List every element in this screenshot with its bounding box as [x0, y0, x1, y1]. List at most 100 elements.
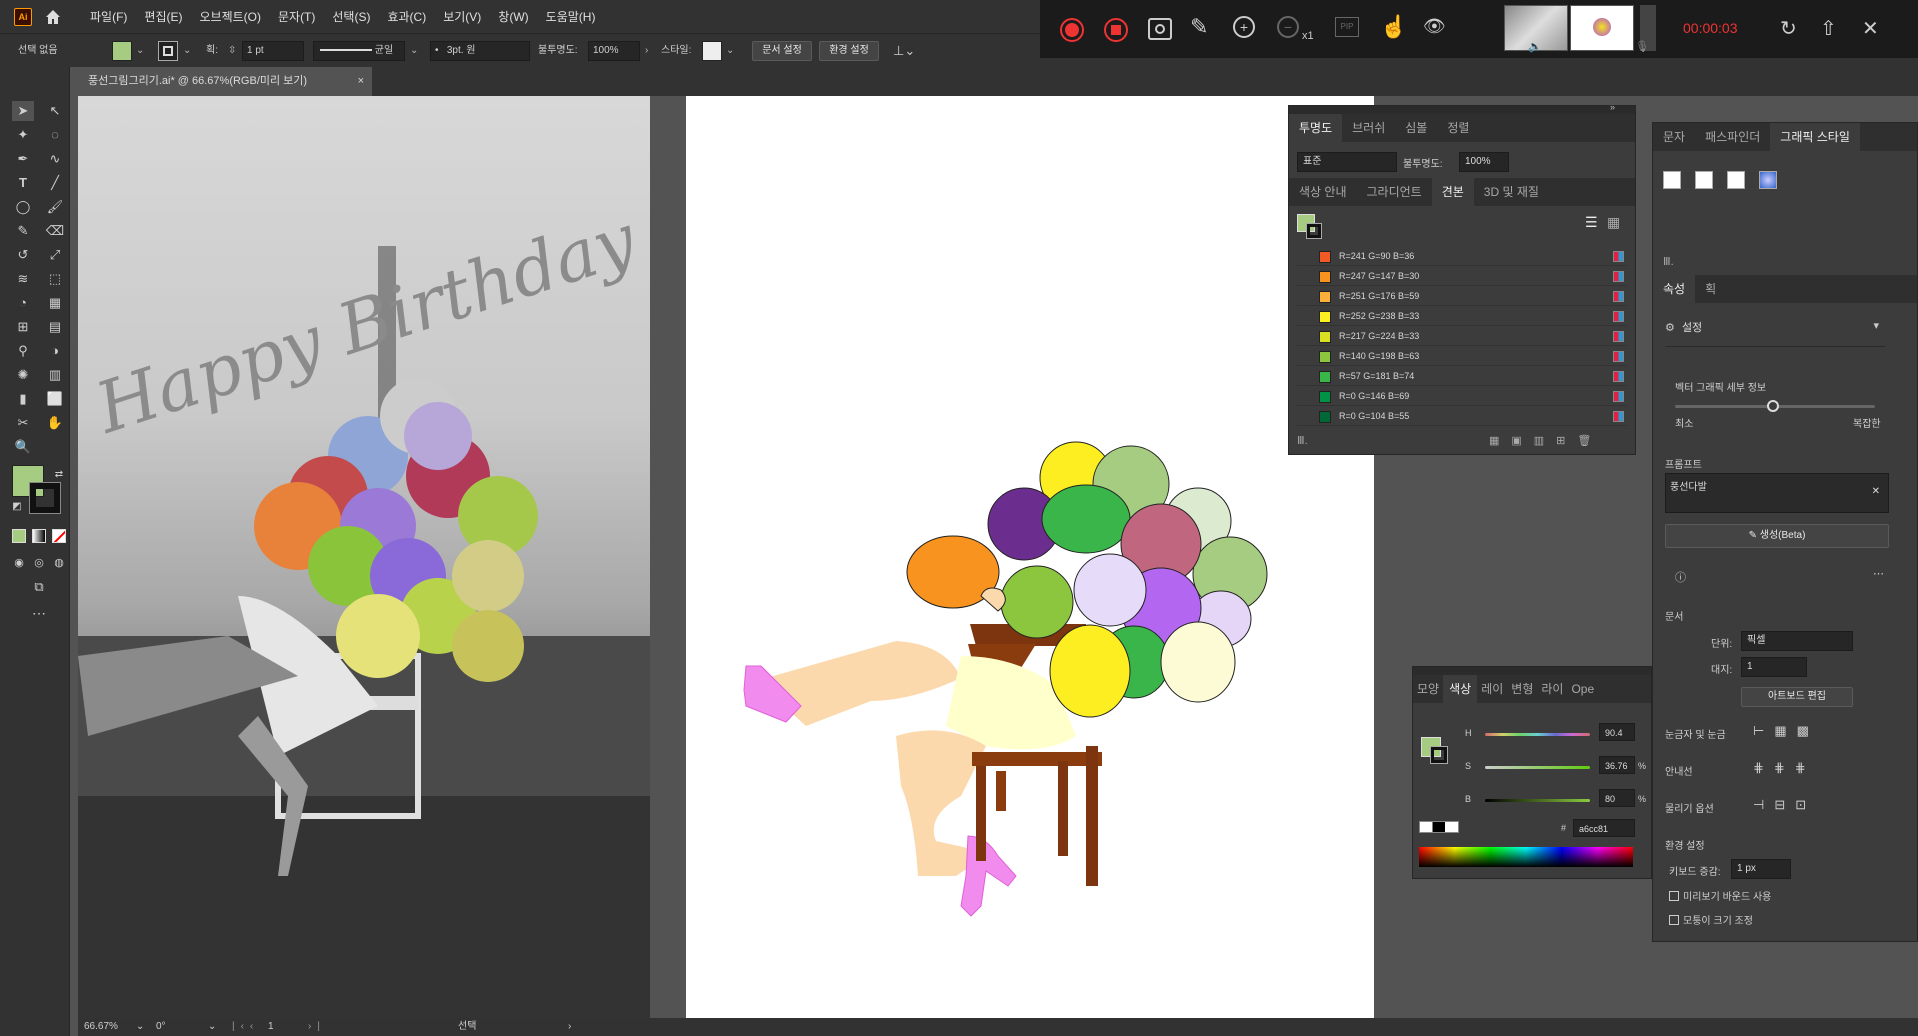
default-colors-icon[interactable]: ◩: [6, 497, 28, 517]
swap-colors-icon[interactable]: ⇄: [48, 465, 70, 485]
info-icon[interactable]: ⓘ: [1675, 569, 1686, 585]
hex-field[interactable]: a6cc81: [1573, 819, 1635, 837]
tab-character[interactable]: 문자: [1653, 123, 1695, 151]
column-graph-tool-icon[interactable]: ▥: [44, 365, 66, 385]
speaker-icon[interactable]: 🔈: [1528, 40, 1542, 53]
tab-symbols[interactable]: 심볼: [1395, 114, 1437, 142]
preview-bounds-checkbox[interactable]: [1669, 891, 1679, 901]
screenshot-icon[interactable]: [1148, 18, 1172, 40]
swatch-row[interactable]: R=57 G=181 B=74: [1297, 366, 1627, 386]
eraser-tool-icon[interactable]: ⌫: [44, 221, 66, 241]
shape-builder-tool-icon[interactable]: ◔: [12, 293, 34, 313]
tab-color[interactable]: 색상: [1443, 675, 1478, 703]
artboard-nav-prev-icon[interactable]: |‹‹: [232, 1018, 259, 1036]
zoom-level-field[interactable]: 66.67%: [84, 1018, 118, 1036]
export-icon[interactable]: ⇧: [1820, 16, 1837, 41]
prompt-input[interactable]: 풍선다발 ✕: [1665, 473, 1889, 513]
shaper-tool-icon[interactable]: ✎: [12, 221, 34, 241]
fill-swatch[interactable]: [112, 41, 132, 61]
collapse-icon[interactable]: »: [1610, 102, 1615, 112]
tab-layers[interactable]: 레이: [1477, 675, 1507, 703]
rotation-field[interactable]: 0°: [156, 1018, 166, 1036]
slice-tool-icon[interactable]: ✂: [12, 413, 34, 433]
paintbrush-tool-icon[interactable]: 🖌: [44, 197, 66, 217]
zoom-in-icon[interactable]: +: [1233, 16, 1255, 38]
artboard[interactable]: [686, 96, 1374, 1018]
preferences-button[interactable]: 환경 설정: [819, 41, 879, 61]
stroke-stepper-icon[interactable]: ⇳: [228, 42, 236, 60]
menu-view[interactable]: 보기(V): [443, 8, 481, 25]
magic-wand-tool-icon[interactable]: ✦: [12, 125, 34, 145]
artboard-tool-icon[interactable]: ⬜: [44, 389, 66, 409]
warp-tool-icon[interactable]: ≋: [12, 269, 34, 289]
opacity-arrow-icon[interactable]: ›: [645, 42, 648, 60]
transparency-opacity-field[interactable]: 100%: [1459, 152, 1509, 172]
ruler-grid-icons[interactable]: ⊢▦▩: [1753, 723, 1819, 739]
swatch-row[interactable]: R=0 G=146 B=69: [1297, 386, 1627, 406]
rotation-dropdown-icon[interactable]: ⌄: [208, 1018, 216, 1036]
selection-tool-icon[interactable]: ➤: [12, 101, 34, 121]
tab-gradient[interactable]: 그라디언트: [1357, 178, 1432, 206]
guide-icons[interactable]: ⋕⋕⋕: [1753, 760, 1816, 776]
menu-file[interactable]: 파일(F): [90, 8, 127, 25]
zoom-tool-icon[interactable]: 🔍: [12, 437, 34, 457]
ellipse-tool-icon[interactable]: ◯: [12, 197, 34, 217]
artboard-nav-next-icon[interactable]: ›|: [308, 1018, 326, 1036]
swatch-row[interactable]: R=140 G=198 B=63: [1297, 346, 1627, 366]
curvature-tool-icon[interactable]: ∿: [44, 149, 66, 169]
swatch-library-icon[interactable]: Ⅲ.: [1297, 434, 1308, 447]
reference-photo[interactable]: Happy Birthday: [78, 96, 650, 1018]
color-mode-icon[interactable]: [12, 529, 26, 543]
line-tool-icon[interactable]: ╱: [44, 173, 66, 193]
brush-definition-dropdown[interactable]: • 3pt. 원: [430, 41, 530, 61]
tab-transform[interactable]: 변형: [1507, 675, 1537, 703]
scale-corners-checkbox[interactable]: [1669, 915, 1679, 925]
stop-icon[interactable]: [1104, 18, 1128, 42]
hand-tool-icon[interactable]: ✋: [44, 413, 66, 433]
swatch-row[interactable]: R=252 G=238 B=33: [1297, 306, 1627, 326]
tab-3d-materials[interactable]: 3D 및 재질: [1474, 178, 1549, 206]
edit-artboards-button[interactable]: 아트보드 편집: [1741, 687, 1853, 707]
menu-type[interactable]: 문자(T): [278, 8, 315, 25]
settings-section[interactable]: ⚙ 설정 ▾: [1665, 319, 1885, 347]
document-tab[interactable]: 풍선그림그리기.ai* @ 66.67%(RGB/미리 보기) ×: [70, 67, 372, 96]
swatch-row[interactable]: R=217 G=224 B=33: [1297, 326, 1627, 346]
list-view-icon[interactable]: ☰: [1585, 214, 1598, 231]
free-transform-tool-icon[interactable]: ⬚: [44, 269, 66, 289]
none-black-white-icon[interactable]: [1419, 821, 1459, 833]
rotate-tool-icon[interactable]: ↺: [12, 245, 34, 265]
graphic-style-none-icon[interactable]: [1695, 171, 1713, 189]
capture-thumbnail-2[interactable]: [1570, 5, 1634, 51]
draw-normal-icon[interactable]: ◉: [8, 553, 30, 573]
menu-edit[interactable]: 편집(E): [144, 8, 182, 25]
menu-help[interactable]: 도움말(H): [546, 8, 596, 25]
mic-icon[interactable]: 🎙: [1635, 40, 1649, 53]
graphic-style-default-icon[interactable]: [1663, 171, 1681, 189]
eye-icon[interactable]: 👁: [1423, 16, 1446, 37]
refresh-icon[interactable]: ↻: [1780, 16, 1797, 41]
color-spectrum[interactable]: [1419, 847, 1633, 867]
brightness-slider[interactable]: [1485, 799, 1590, 802]
draw-behind-icon[interactable]: ◎: [28, 553, 50, 573]
symbol-sprayer-tool-icon[interactable]: ✺: [12, 365, 34, 385]
stroke-dropdown-icon[interactable]: ⌄: [183, 42, 191, 60]
tab-color-guide[interactable]: 색상 안내: [1289, 178, 1357, 206]
stroke-swatch[interactable]: [158, 41, 178, 61]
tab-appearance[interactable]: 모양: [1413, 675, 1443, 703]
cursor-effect-icon[interactable]: ☝: [1380, 14, 1407, 40]
artboard-dropdown[interactable]: 1: [1741, 657, 1807, 677]
tab-opentype[interactable]: Ope: [1567, 675, 1598, 703]
profile-dropdown-icon[interactable]: ⌄: [410, 42, 418, 60]
close-tab-icon[interactable]: ×: [358, 67, 364, 96]
tab-libraries[interactable]: 라이: [1537, 675, 1567, 703]
color-stroke-box[interactable]: [1430, 746, 1448, 764]
more-options-icon[interactable]: ⋯: [1873, 567, 1884, 580]
swatch-row[interactable]: R=251 G=176 B=59: [1297, 286, 1627, 306]
keyboard-increment-field[interactable]: 1 px: [1731, 859, 1791, 879]
opacity-field[interactable]: 100%: [588, 41, 640, 61]
graphic-style-library-icon[interactable]: Ⅲ.: [1663, 255, 1674, 268]
zoom-out-icon[interactable]: −: [1277, 16, 1299, 38]
pen-draw-icon[interactable]: ✎: [1190, 14, 1208, 40]
gradient-tool-icon[interactable]: ▤: [44, 317, 66, 337]
generate-button[interactable]: ✎ 생성(Beta): [1665, 524, 1889, 548]
